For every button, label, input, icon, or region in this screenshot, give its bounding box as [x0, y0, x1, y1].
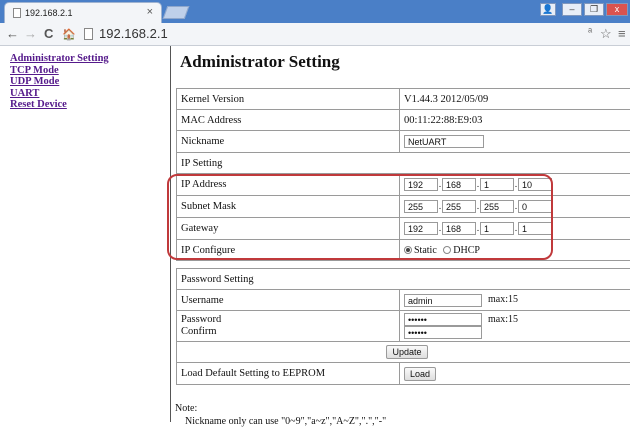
password-input[interactable]: ••••••: [404, 313, 482, 326]
table-row: Password Setting: [177, 269, 630, 290]
sidebar-item-administrator-setting[interactable]: Administrator Setting: [10, 53, 160, 65]
close-window-button[interactable]: x: [606, 3, 628, 16]
load-button[interactable]: Load: [404, 367, 436, 381]
table-row: Username admin max:15: [177, 290, 630, 311]
minimize-button[interactable]: –: [562, 3, 582, 16]
table-row: Nickname NetUART: [177, 131, 630, 153]
back-icon[interactable]: ←: [6, 26, 19, 41]
sidebar-nav: Administrator Setting TCP Mode UDP Mode …: [10, 53, 160, 111]
confirm-label: Confirm: [181, 326, 395, 338]
sidebar-item-reset-device[interactable]: Reset Device: [10, 99, 160, 111]
menu-icon[interactable]: ≡: [618, 26, 626, 41]
sidebar-item-udp-mode[interactable]: UDP Mode: [10, 76, 160, 88]
table-row: Update: [177, 342, 630, 363]
ip-setting-heading: IP Setting: [177, 153, 630, 174]
confirm-password-input[interactable]: ••••••: [404, 326, 482, 339]
table-row: MAC Address 00:11:22:88:E9:03: [177, 110, 630, 131]
table-row: Kernel Version V1.44.3 2012/05/09: [177, 89, 630, 110]
password-label: Password: [181, 314, 395, 326]
reload-icon[interactable]: C: [44, 26, 53, 41]
table-row: IP Setting: [177, 153, 630, 174]
load-default-label: Load Default Setting to EEPROM: [177, 363, 400, 385]
kernel-version-value: V1.44.3 2012/05/09: [400, 89, 630, 110]
nickname-label: Nickname: [177, 131, 400, 153]
note-section: Note: Nickname only can use "0~9","a~z",…: [175, 402, 386, 428]
browser-tab-strip: 192.168.2.1 × 👤 – ❐ x: [0, 0, 630, 23]
username-label: Username: [177, 290, 400, 311]
sidebar-item-tcp-mode[interactable]: TCP Mode: [10, 65, 160, 77]
restore-button[interactable]: ❐: [584, 3, 604, 16]
sidebar-item-uart[interactable]: UART: [10, 88, 160, 100]
page-icon: [84, 28, 93, 40]
browser-tab[interactable]: 192.168.2.1 ×: [4, 2, 162, 23]
table-row: PasswordConfirm •••••• max:15 ••••••: [177, 311, 630, 342]
bookmark-star-icon[interactable]: ☆: [600, 26, 612, 42]
note-title: Note:: [175, 402, 386, 415]
password-setting-heading: Password Setting: [177, 269, 630, 290]
page-icon: [13, 8, 21, 18]
new-tab-button[interactable]: [163, 6, 190, 19]
nickname-input[interactable]: NetUART: [404, 135, 484, 148]
update-button[interactable]: Update: [386, 345, 427, 359]
username-max-note: max:15: [488, 294, 518, 305]
mac-address-label: MAC Address: [177, 110, 400, 131]
ip-settings-highlight: [167, 174, 553, 260]
username-input[interactable]: admin: [404, 294, 482, 307]
extension-icon[interactable]: ᵃ: [588, 26, 592, 38]
address-bar[interactable]: 192.168.2.1: [99, 26, 168, 41]
page-title: Administrator Setting: [180, 52, 340, 72]
password-max-note: max:15: [488, 314, 518, 325]
table-row: Load Default Setting to EEPROM Load: [177, 363, 630, 385]
tab-title: 192.168.2.1: [25, 8, 73, 18]
home-icon[interactable]: 🏠: [62, 28, 76, 41]
user-icon[interactable]: 👤: [540, 3, 556, 16]
forward-icon[interactable]: →: [24, 26, 37, 41]
mac-address-value: 00:11:22:88:E9:03: [400, 110, 630, 131]
kernel-version-label: Kernel Version: [177, 89, 400, 110]
browser-toolbar: ← → C 🏠 192.168.2.1 ᵃ ☆ ≡: [0, 23, 630, 46]
close-tab-icon[interactable]: ×: [147, 6, 153, 18]
